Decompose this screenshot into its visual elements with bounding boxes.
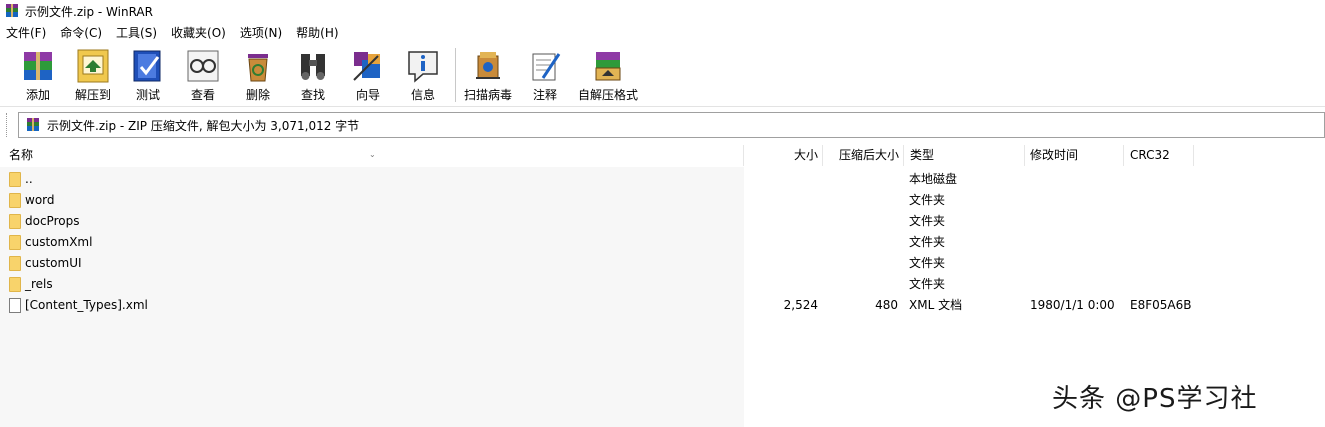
column-size[interactable]: 大小 — [744, 145, 823, 166]
address-bar-container: 示例文件.zip - ZIP 压缩文件, 解包大小为 3,071,012 字节 — [0, 110, 1325, 140]
add-button[interactable]: 添加 — [10, 46, 66, 104]
file-type: XML 文档 — [909, 298, 963, 312]
window-title: 示例文件.zip - WinRAR — [25, 4, 153, 19]
menu-bar: 文件(F) 命令(C) 工具(S) 收藏夹(O) 选项(N) 帮助(H) — [0, 22, 1325, 42]
list-item[interactable]: [Content_Types].xml 2,524 480 XML 文档 198… — [0, 295, 1325, 316]
file-name: customUI — [25, 256, 82, 270]
folder-icon — [9, 235, 21, 250]
file-name: _rels — [25, 277, 53, 291]
add-button-label: 添加 — [25, 88, 50, 102]
delete-recycle-icon — [238, 48, 278, 84]
toolbar: 添加 解压到 测试 查看 删除 查找 向导 信息 扫描病毒 注释 自解压格式 — [0, 42, 1325, 107]
file-name: .. — [25, 172, 33, 186]
menu-commands[interactable]: 命令(C) — [53, 24, 109, 41]
column-type[interactable]: 类型 — [904, 145, 1025, 166]
sort-chevron-icon: ⌄ — [369, 150, 376, 159]
add-archive-icon — [18, 48, 58, 84]
file-type: 文件夹 — [909, 277, 946, 291]
folder-icon — [9, 277, 21, 292]
file-name: word — [25, 193, 55, 207]
menu-favorites[interactable]: 收藏夹(O) — [164, 24, 233, 41]
file-type: 本地磁盘 — [909, 172, 958, 186]
address-bar-grip[interactable] — [6, 113, 11, 137]
list-item[interactable]: customXml 文件夹 — [0, 232, 1325, 253]
file-packed-size: 480 — [875, 298, 898, 312]
file-size: 2,524 — [783, 298, 818, 312]
file-list-header: 名称 ⌄ 大小 压缩后大小 类型 修改时间 CRC32 — [0, 145, 1325, 166]
test-icon — [128, 48, 168, 84]
info-button-label: 信息 — [410, 88, 435, 102]
test-button-label: 测试 — [135, 88, 160, 102]
watermark: 头条 @PS学习社 — [1052, 384, 1258, 414]
file-modified: 1980/1/1 0:00 — [1030, 298, 1115, 312]
view-glasses-icon — [183, 48, 223, 84]
folder-icon — [9, 172, 21, 187]
wizard-button-label: 向导 — [355, 88, 380, 102]
virus-scan-icon — [468, 48, 508, 84]
column-modified[interactable]: 修改时间 — [1025, 145, 1124, 166]
file-type: 文件夹 — [909, 214, 946, 228]
file-type: 文件夹 — [909, 193, 946, 207]
archive-icon — [25, 117, 41, 133]
test-button[interactable]: 测试 — [120, 46, 176, 104]
list-item[interactable]: _rels 文件夹 — [0, 274, 1325, 295]
file-type: 文件夹 — [909, 256, 946, 270]
file-name: customXml — [25, 235, 93, 249]
column-type-label: 类型 — [910, 148, 935, 162]
column-crc[interactable]: CRC32 — [1124, 145, 1194, 166]
column-modified-label: 修改时间 — [1030, 148, 1079, 162]
address-bar[interactable]: 示例文件.zip - ZIP 压缩文件, 解包大小为 3,071,012 字节 — [18, 112, 1325, 138]
list-item[interactable]: .. 本地磁盘 — [0, 169, 1325, 190]
wizard-button[interactable]: 向导 — [340, 46, 396, 104]
comment-button-label: 注释 — [532, 88, 557, 102]
menu-file[interactable]: 文件(F) — [0, 24, 53, 41]
winrar-app-icon — [4, 3, 20, 19]
menu-help[interactable]: 帮助(H) — [289, 24, 345, 41]
info-icon — [403, 48, 443, 84]
info-button[interactable]: 信息 — [395, 46, 451, 104]
virus-scan-button[interactable]: 扫描病毒 — [460, 46, 516, 104]
folder-icon — [9, 214, 21, 229]
title-bar: 示例文件.zip - WinRAR — [0, 0, 1325, 22]
sfx-button[interactable]: 自解压格式 — [572, 46, 644, 104]
column-crc-label: CRC32 — [1130, 148, 1170, 162]
find-binoculars-icon — [293, 48, 333, 84]
document-icon — [9, 298, 21, 313]
file-name: [Content_Types].xml — [25, 298, 148, 312]
extract-to-button[interactable]: 解压到 — [65, 46, 121, 104]
column-name-label: 名称 — [9, 148, 34, 162]
comment-icon — [525, 48, 565, 84]
file-type: 文件夹 — [909, 235, 946, 249]
list-item[interactable]: docProps 文件夹 — [0, 211, 1325, 232]
toolbar-separator — [455, 48, 456, 102]
column-size-label: 大小 — [793, 148, 818, 162]
delete-button[interactable]: 删除 — [230, 46, 286, 104]
sfx-button-label: 自解压格式 — [577, 88, 638, 102]
menu-tools[interactable]: 工具(S) — [109, 24, 164, 41]
extract-icon — [73, 48, 113, 84]
view-button-label: 查看 — [190, 88, 215, 102]
folder-icon — [9, 256, 21, 271]
sfx-icon — [588, 48, 628, 84]
file-name: docProps — [25, 214, 80, 228]
address-text: 示例文件.zip - ZIP 压缩文件, 解包大小为 3,071,012 字节 — [47, 118, 360, 133]
file-crc: E8F05A6B — [1130, 298, 1192, 312]
menu-options[interactable]: 选项(N) — [233, 24, 289, 41]
list-item[interactable]: word 文件夹 — [0, 190, 1325, 211]
list-item[interactable]: customUI 文件夹 — [0, 253, 1325, 274]
virus-scan-button-label: 扫描病毒 — [463, 88, 512, 102]
column-packed-label: 压缩后大小 — [838, 148, 899, 162]
find-button-label: 查找 — [300, 88, 325, 102]
delete-button-label: 删除 — [245, 88, 270, 102]
extract-to-button-label: 解压到 — [74, 88, 111, 102]
view-button[interactable]: 查看 — [175, 46, 231, 104]
folder-icon — [9, 193, 21, 208]
column-packed[interactable]: 压缩后大小 — [823, 145, 904, 166]
wizard-icon — [348, 48, 388, 84]
find-button[interactable]: 查找 — [285, 46, 341, 104]
column-name[interactable]: 名称 ⌄ — [0, 145, 744, 166]
comment-button[interactable]: 注释 — [517, 46, 573, 104]
